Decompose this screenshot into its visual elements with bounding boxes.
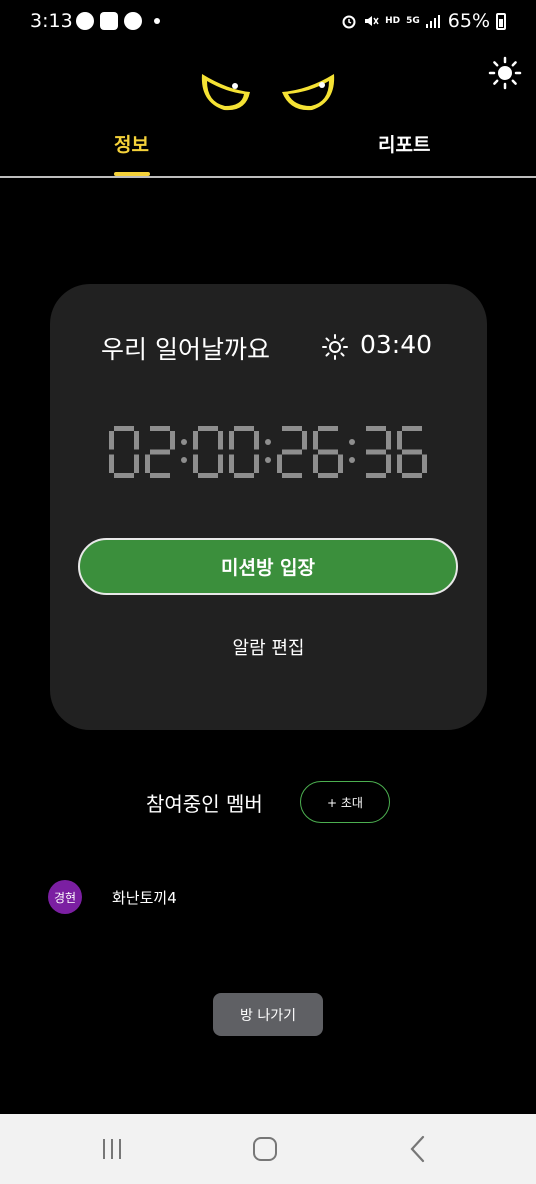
talk-icon — [76, 12, 94, 30]
invite-button[interactable]: + 초대 — [300, 781, 390, 823]
countdown-digit — [277, 426, 307, 478]
avatar: 경현 — [48, 880, 82, 914]
digit-segment — [318, 473, 338, 478]
digit-segment — [114, 426, 134, 431]
notification-icons — [76, 12, 160, 30]
alarm-time: 03:40 — [360, 330, 433, 359]
digit-segment — [397, 431, 402, 450]
mute-icon — [365, 16, 379, 26]
digit-segment — [338, 454, 343, 473]
colon-dot — [181, 457, 187, 463]
digit-segment — [109, 454, 114, 473]
back-icon[interactable] — [401, 1132, 435, 1166]
system-status: HD 5G 65% — [341, 10, 506, 32]
colon-dot — [349, 457, 355, 463]
digit-segment — [234, 473, 254, 478]
digit-segment — [150, 426, 170, 431]
digit-segment — [366, 449, 386, 455]
colon-dot — [181, 439, 187, 445]
battery-icon — [496, 12, 506, 30]
digit-segment — [218, 454, 223, 473]
countdown-digit — [366, 426, 391, 478]
edit-alarm-link[interactable]: 알람 편집 — [50, 634, 487, 660]
digit-segment — [193, 431, 198, 450]
status-time: 3:13 — [30, 10, 73, 32]
eyes-logo — [201, 74, 335, 111]
digit-segment — [134, 454, 139, 473]
digit-segment — [366, 426, 386, 431]
digit-segment — [170, 431, 175, 450]
hd-voice-icon: HD — [385, 15, 401, 26]
digit-segment — [229, 431, 234, 450]
alarm-card: 우리 일어날까요 03:40 미션방 입장 알람 편집 — [50, 284, 487, 730]
battery-percent: 65% — [447, 10, 490, 32]
digit-segment — [109, 431, 114, 450]
system-nav-bar — [0, 1114, 536, 1184]
countdown-display — [109, 426, 427, 478]
alarm-name: 우리 일어날까요 — [101, 335, 270, 364]
enter-mission-room-button[interactable]: 미션방 입장 — [78, 538, 458, 595]
digit-segment — [397, 454, 402, 473]
countdown-digit — [145, 426, 175, 478]
home-icon[interactable] — [248, 1132, 282, 1166]
digit-segment — [366, 473, 386, 478]
colon-dot — [265, 457, 271, 463]
countdown-digit — [229, 426, 259, 478]
tab-info[interactable]: 정보 — [114, 130, 149, 157]
member-name: 화난토끼4 — [112, 889, 177, 907]
digit-segment — [402, 449, 422, 455]
digit-segment — [198, 426, 218, 431]
digit-segment — [193, 454, 198, 473]
countdown-digit — [193, 426, 223, 478]
colon-dot — [349, 439, 355, 445]
digit-segment — [234, 426, 254, 431]
digit-segment — [318, 449, 338, 455]
digit-segment — [134, 431, 139, 450]
digit-segment — [318, 426, 338, 431]
tab-report[interactable]: 리포트 — [378, 130, 430, 157]
colon-dot — [265, 439, 271, 445]
digit-segment — [282, 426, 302, 431]
digit-segment — [386, 431, 391, 450]
digit-segment — [313, 454, 318, 473]
digit-segment — [282, 473, 302, 478]
digit-segment — [402, 426, 422, 431]
digit-segment — [114, 473, 134, 478]
tab-bar: 정보 리포트 — [0, 120, 536, 178]
signal-icon — [425, 15, 440, 28]
digit-segment — [386, 454, 391, 473]
digit-segment — [422, 454, 427, 473]
digit-segment — [313, 431, 318, 450]
countdown-digit — [313, 426, 343, 478]
digit-segment — [229, 454, 234, 473]
digit-segment — [150, 473, 170, 478]
image-icon — [100, 12, 118, 30]
more-notifications-dot — [154, 18, 160, 24]
countdown-digit — [397, 426, 427, 478]
digit-segment — [254, 431, 259, 450]
digit-segment — [402, 473, 422, 478]
status-bar: 3:13 HD 5G 65% — [0, 0, 536, 44]
members-title: 참여중인 멤버 — [146, 792, 263, 816]
sun-icon — [322, 334, 348, 360]
digit-segment — [277, 454, 282, 473]
alarm-icon — [342, 15, 356, 29]
leave-room-button[interactable]: 방 나가기 — [213, 993, 323, 1036]
digit-segment — [302, 431, 307, 450]
digit-segment — [150, 449, 170, 455]
member-list-item: 경현 화난토끼4 — [48, 880, 348, 914]
countdown-digit — [109, 426, 139, 478]
active-tab-indicator — [114, 172, 150, 176]
digit-segment — [145, 454, 150, 473]
theme-toggle-sun-icon[interactable] — [488, 56, 522, 90]
digit-segment — [254, 454, 259, 473]
network-type-icon: 5G — [406, 15, 420, 26]
digit-segment — [282, 449, 302, 455]
digit-segment — [218, 431, 223, 450]
recent-apps-icon[interactable] — [95, 1132, 129, 1166]
digit-segment — [198, 473, 218, 478]
naver-icon — [124, 12, 142, 30]
